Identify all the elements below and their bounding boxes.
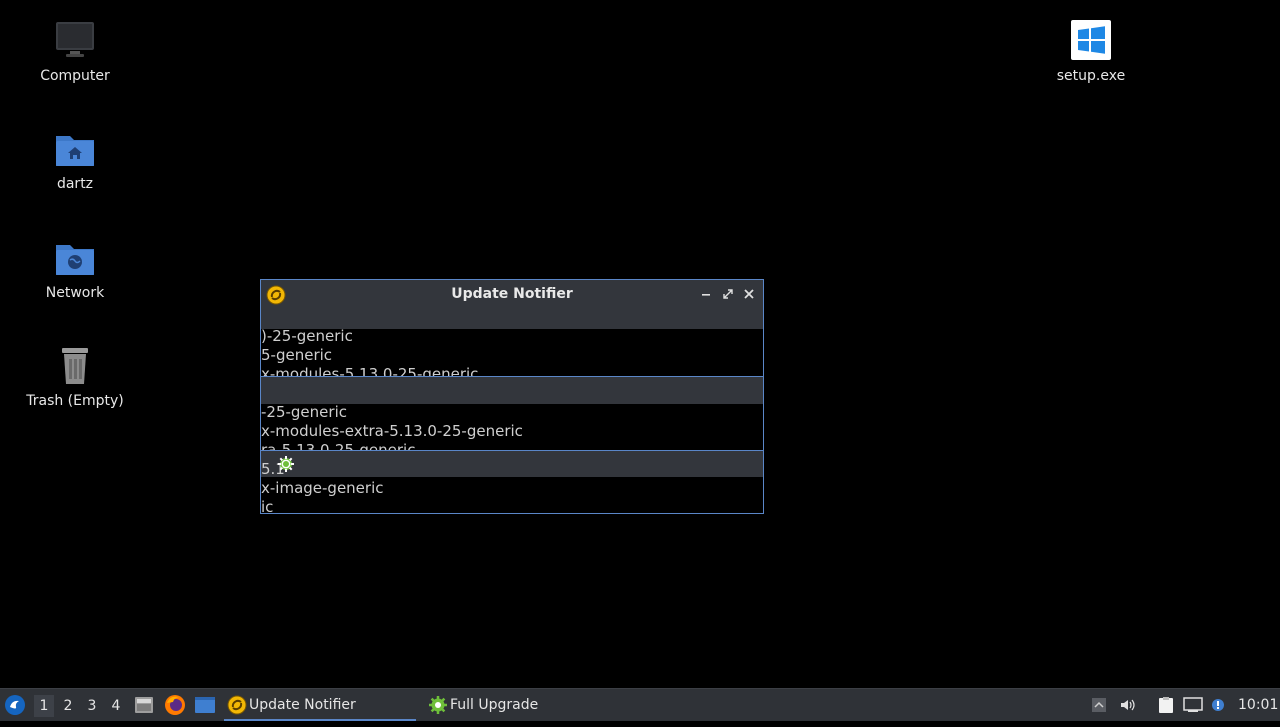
window-title: Update Notifier [451, 286, 573, 302]
gear-icon [428, 695, 448, 715]
minimize-button[interactable] [698, 285, 716, 303]
desktop-icon-label: Network [45, 285, 105, 301]
clock[interactable]: 10:01 [1238, 689, 1278, 721]
close-button[interactable] [740, 285, 758, 303]
stale-window-bar [261, 377, 763, 404]
package-line: 5-generic [261, 346, 333, 364]
task-label: Update Notifier [249, 697, 356, 713]
workspace-2[interactable]: 2 [58, 695, 78, 717]
task-full-upgrade[interactable]: Full Upgrade [425, 689, 615, 721]
stale-window-bar [261, 451, 763, 477]
update-notifier-window[interactable]: Update Notifier )-25-generic 5-generic x… [260, 279, 764, 514]
workspace-1[interactable]: 1 [34, 695, 54, 717]
desktop-icon-label: Trash (Empty) [26, 393, 124, 409]
package-line: )-25-generic [261, 327, 353, 345]
desktop-icon-label: setup.exe [1056, 68, 1126, 84]
trash-icon [53, 345, 97, 389]
desktop-icon-label: Computer [40, 68, 110, 84]
update-available-icon[interactable] [1210, 697, 1226, 713]
workspace-4[interactable]: 4 [106, 695, 126, 717]
stale-window-frame: 5.1 x-image-generic ic [261, 450, 763, 514]
desktop-icon-home-folder[interactable]: dartz [20, 128, 130, 192]
package-line: ic [261, 498, 274, 514]
desktop-icon-label: dartz [56, 176, 94, 192]
windows-app-icon [1069, 20, 1113, 64]
home-folder-icon [53, 128, 97, 172]
task-update-notifier[interactable]: Update Notifier [224, 689, 416, 721]
package-line: x-image-generic [261, 479, 384, 497]
window-titlebar[interactable]: Update Notifier [261, 280, 763, 329]
task-label: Full Upgrade [450, 697, 539, 713]
file-manager-launcher-icon[interactable] [134, 695, 154, 715]
update-notifier-icon [227, 695, 247, 715]
desktop-icon-setup-exe[interactable]: setup.exe [1036, 20, 1146, 84]
gear-icon [277, 455, 295, 473]
tray-expand-icon[interactable] [1091, 697, 1107, 713]
taskbar: 1 2 3 4 Update Notifier Full Upgrade 10:… [0, 688, 1280, 721]
network-folder-icon [53, 237, 97, 281]
desktop-icon-computer[interactable]: Computer [20, 20, 130, 84]
firefox-launcher-icon[interactable] [164, 694, 186, 716]
package-line: -25-generic [261, 403, 347, 421]
package-line: x-modules-extra-5.13.0-25-generic [261, 422, 523, 440]
start-menu-button[interactable] [4, 694, 26, 716]
desktop-icon-trash[interactable]: Trash (Empty) [20, 345, 130, 409]
computer-icon [53, 20, 97, 64]
desktop-icon-network[interactable]: Network [20, 237, 130, 301]
maximize-button[interactable] [719, 285, 737, 303]
workspace-3[interactable]: 3 [82, 695, 102, 717]
volume-icon[interactable] [1119, 697, 1135, 713]
desktop-show-icon[interactable] [194, 695, 216, 715]
network-status-icon[interactable] [1183, 697, 1203, 713]
clipboard-icon[interactable] [1156, 697, 1176, 713]
